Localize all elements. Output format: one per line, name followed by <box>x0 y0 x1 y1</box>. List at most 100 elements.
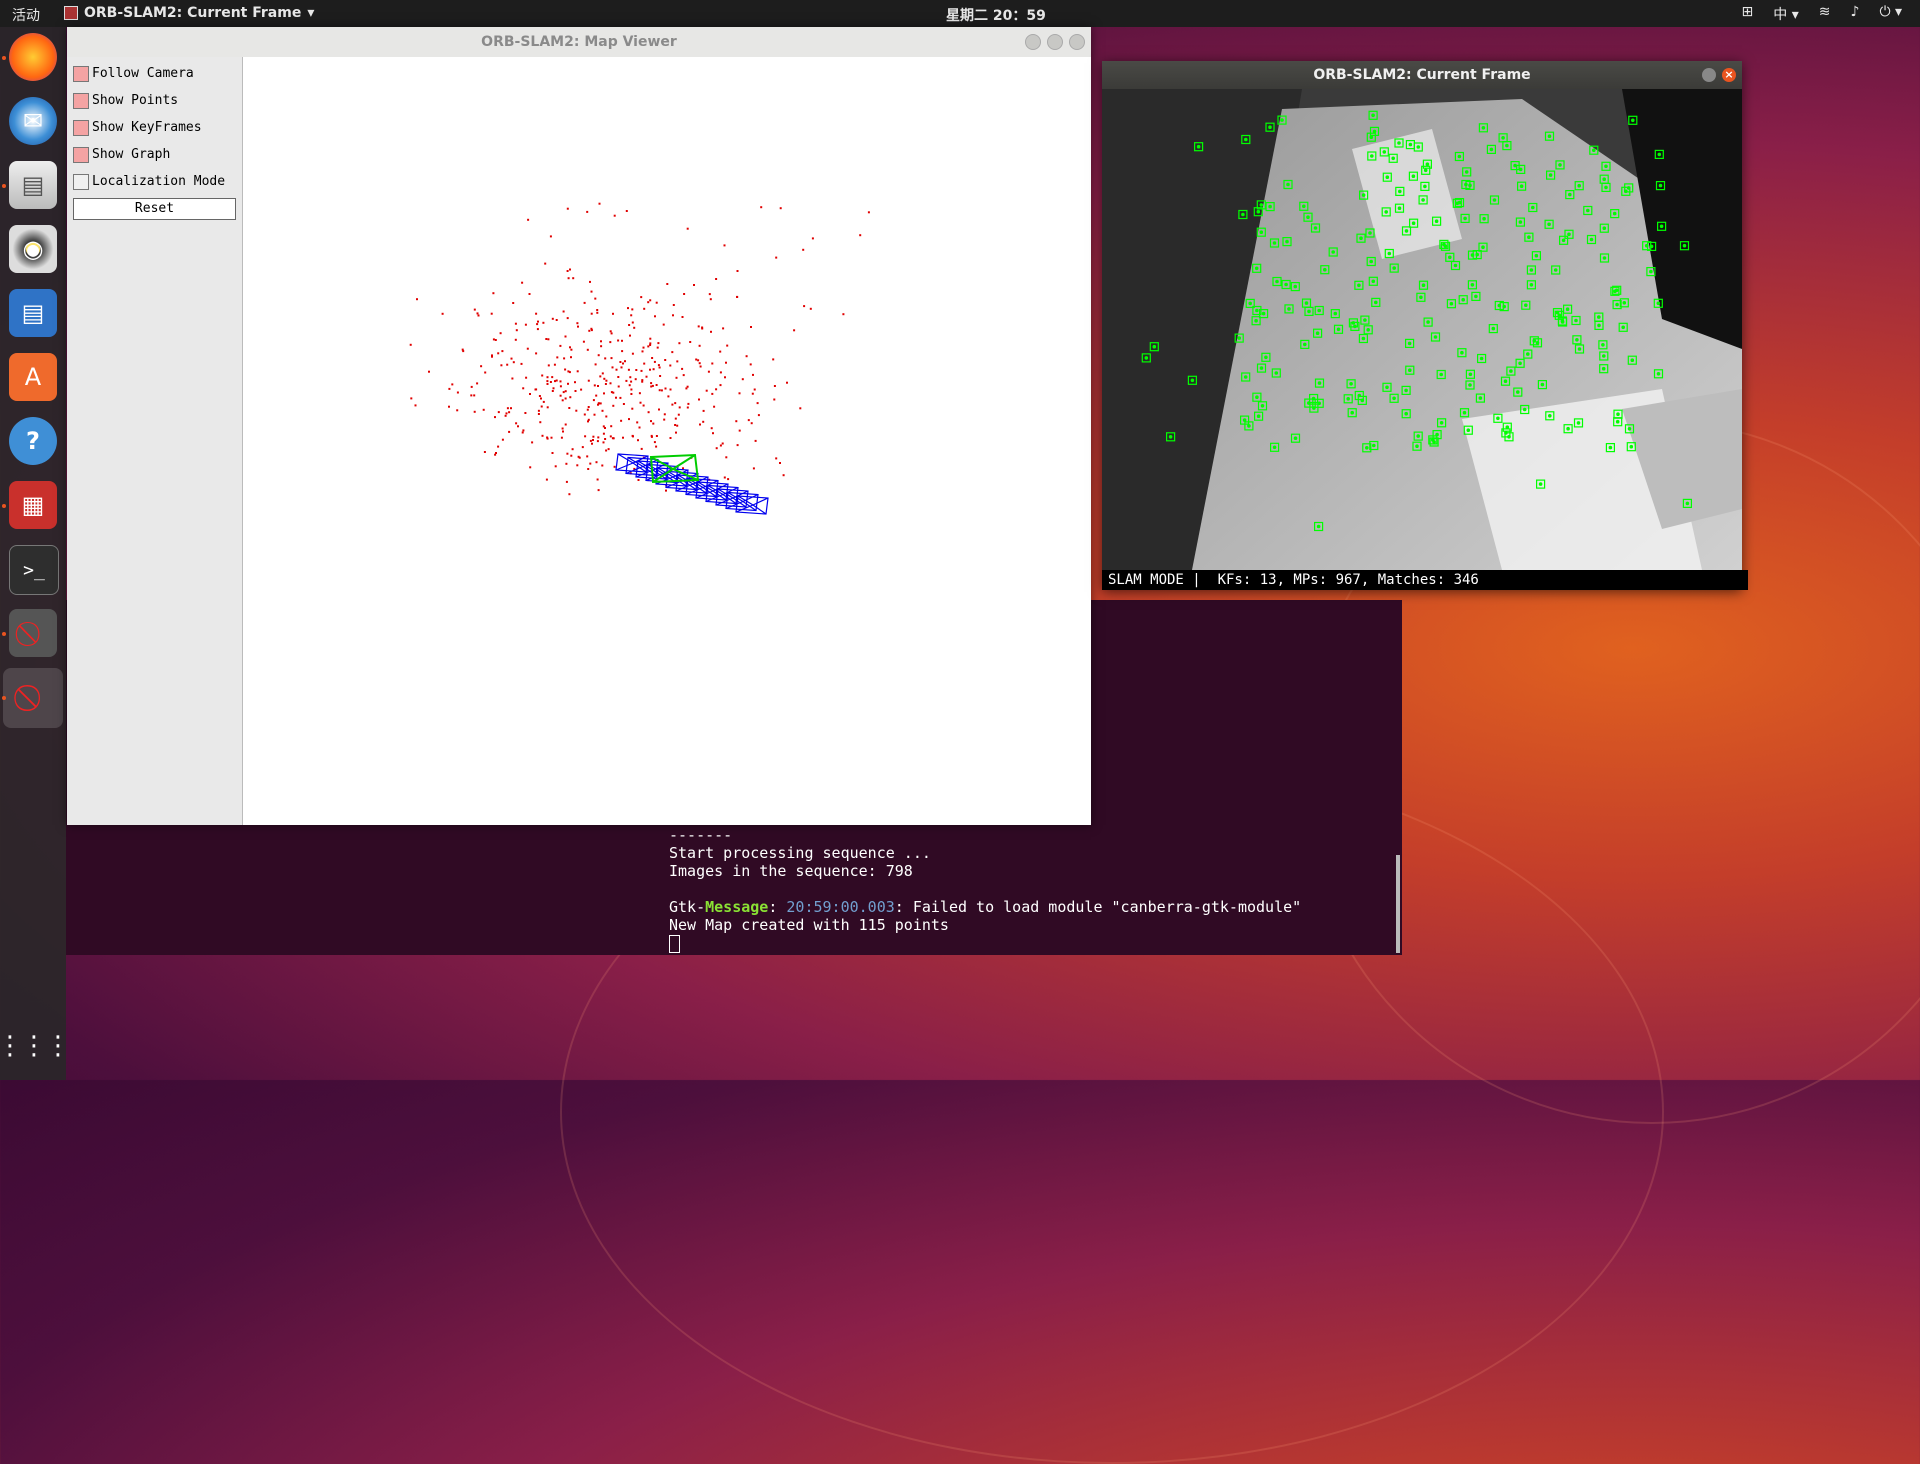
feature-point <box>1255 395 1259 400</box>
checkbox-box[interactable] <box>73 92 89 109</box>
map-point <box>652 368 655 371</box>
feature-point <box>1658 183 1663 188</box>
checkbox-box[interactable] <box>73 65 89 82</box>
feature-point <box>1604 185 1608 190</box>
terminal-scrollbar[interactable] <box>1396 855 1400 953</box>
map-point <box>647 411 650 414</box>
checkbox-box[interactable] <box>73 173 89 190</box>
map-point <box>612 391 615 394</box>
map-point <box>657 364 660 367</box>
map-point <box>575 409 578 412</box>
clock[interactable]: 星期二 20：59 <box>946 5 1046 25</box>
terminal-icon[interactable]: >_ <box>9 545 59 595</box>
map-point <box>451 383 454 386</box>
files-icon[interactable]: ▤ <box>9 161 57 209</box>
map-point <box>547 338 550 341</box>
map-point <box>499 332 502 335</box>
map-point <box>676 424 679 427</box>
running-indicator <box>2 56 6 60</box>
checkbox-box[interactable] <box>73 119 89 136</box>
map-point <box>603 377 606 380</box>
minimize-button[interactable] <box>1025 34 1041 50</box>
feature-point <box>1622 301 1627 305</box>
input-method-icon[interactable]: 中 ▾ <box>1773 4 1798 24</box>
app-icon[interactable]: ▦ <box>9 481 57 529</box>
map-point <box>636 421 639 424</box>
map-point <box>631 308 634 311</box>
feature-point <box>1470 283 1475 287</box>
blocked-app-icon-active[interactable]: ⃠ <box>3 668 63 728</box>
map-point <box>501 438 504 441</box>
feature-point <box>1468 372 1473 377</box>
feature-point <box>1518 220 1523 224</box>
feature-point <box>1525 352 1530 356</box>
map-point <box>539 421 542 424</box>
map-point <box>660 389 663 392</box>
feature-point <box>1311 396 1316 401</box>
map-point <box>526 347 529 350</box>
network-icon[interactable]: ⊞ <box>1742 4 1754 24</box>
map-point <box>551 390 554 392</box>
grid-icon[interactable]: ⋮⋮⋮ <box>0 1022 71 1070</box>
feature-point <box>1264 355 1268 360</box>
map-point <box>598 202 601 205</box>
follow-camera-checkbox[interactable]: Follow Camera <box>67 60 242 87</box>
power-icon[interactable]: ⏻ ▾ <box>1879 4 1902 24</box>
map-point <box>773 398 776 401</box>
volume-icon[interactable]: ♪ <box>1851 4 1860 24</box>
map-point <box>525 376 528 379</box>
current-frame-window[interactable]: ORB-SLAM2: Current Frame × SLAM MODE | K… <box>1102 61 1748 590</box>
feature-point <box>1247 424 1251 428</box>
minimize-button[interactable] <box>1702 68 1716 82</box>
map-point <box>625 379 628 382</box>
map-point <box>643 362 646 365</box>
map-point <box>512 361 515 364</box>
map-point <box>500 364 503 367</box>
current-frame-titlebar[interactable]: ORB-SLAM2: Current Frame × <box>1102 61 1742 89</box>
show-graph-checkbox[interactable]: Show Graph <box>67 141 242 168</box>
blocked-app-icon[interactable]: ⃠ <box>9 609 57 657</box>
close-button[interactable] <box>1069 34 1085 50</box>
writer-icon[interactable]: ▤ <box>9 289 57 337</box>
map-viewer-titlebar[interactable]: ORB-SLAM2: Map Viewer <box>67 27 1091 57</box>
feature-point <box>1306 215 1310 220</box>
map-point <box>650 382 653 385</box>
system-tray[interactable]: ⊞ 中 ▾ ≋ ♪ ⏻ ▾ <box>1742 4 1902 24</box>
feature-point <box>1481 245 1485 250</box>
feature-point <box>1492 198 1497 202</box>
map-point <box>617 385 620 388</box>
show-points-checkbox[interactable]: Show Points <box>67 87 242 114</box>
map-3d-view[interactable] <box>243 57 1091 825</box>
rhythmbox-icon[interactable]: ◉ <box>9 225 57 273</box>
maximize-button[interactable] <box>1047 34 1063 50</box>
wifi-icon[interactable]: ≋ <box>1819 4 1831 24</box>
app-menu[interactable]: ORB-SLAM2: Current Frame ▾ <box>64 5 314 21</box>
map-point <box>674 402 677 405</box>
help-icon[interactable]: ? <box>9 417 57 465</box>
thunderbird-icon[interactable]: ✉ <box>9 97 57 145</box>
map-point <box>609 435 612 438</box>
checkbox-box[interactable] <box>73 146 89 163</box>
map-point <box>428 370 430 373</box>
reset-button[interactable]: Reset <box>73 198 236 220</box>
close-button[interactable]: × <box>1722 68 1736 82</box>
map-point <box>551 452 554 454</box>
feature-point <box>1392 266 1397 270</box>
map-point <box>566 270 569 272</box>
map-point <box>580 388 583 391</box>
terminal-cursor <box>669 934 680 953</box>
map-point <box>738 429 741 432</box>
feature-point <box>1478 396 1483 400</box>
feature-point <box>1567 192 1572 197</box>
show-keyframes-checkbox[interactable]: Show KeyFrames <box>67 114 242 141</box>
firefox-icon[interactable] <box>9 33 57 81</box>
activities-button[interactable]: 活动 <box>12 5 40 25</box>
feature-point <box>1538 482 1543 486</box>
feature-point <box>1361 336 1366 341</box>
localization-mode-checkbox[interactable]: Localization Mode <box>67 168 242 195</box>
map-point <box>588 329 591 332</box>
map-viewer-window[interactable]: ORB-SLAM2: Map Viewer Follow Camera Show… <box>67 27 1091 825</box>
map-point <box>637 439 639 442</box>
map-point <box>597 489 600 492</box>
software-icon[interactable]: A <box>9 353 57 401</box>
